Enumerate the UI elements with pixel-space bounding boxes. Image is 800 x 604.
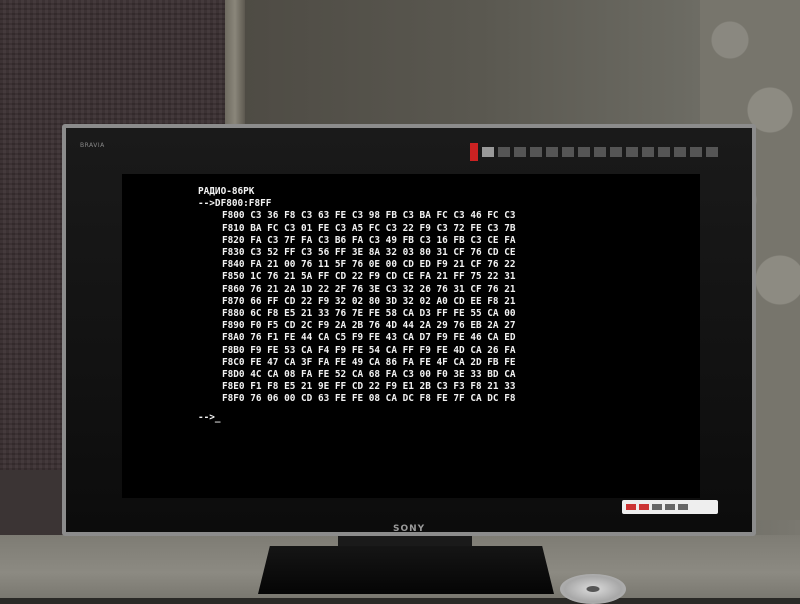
terminal-prompt: -->_: [198, 411, 221, 423]
sticker-mark: [652, 504, 662, 510]
sticker-mark: [626, 504, 636, 510]
sticker-mark: [639, 504, 649, 510]
hex-row: F8A0 76 F1 FE 44 CA C5 F9 FE 43 CA D7 F9…: [222, 332, 516, 344]
osd-icon: [642, 147, 654, 157]
osd-icon: [610, 147, 622, 157]
hex-row: F8C0 FE 47 CA 3F FA FE 49 CA 86 FA FE 4F…: [222, 356, 516, 368]
osd-icon: [578, 147, 590, 157]
hex-row: F870 66 FF CD 22 F9 32 02 80 3D 32 02 A0…: [222, 295, 516, 307]
terminal-command: -->DF800:F8FF: [198, 198, 272, 210]
sticker-mark: [665, 504, 675, 510]
osd-icon: [530, 147, 542, 157]
osd-icon: [514, 147, 526, 157]
hex-row: F840 FA 21 00 76 11 5F 76 0E 00 CD ED F9…: [222, 259, 516, 271]
osd-icon: [706, 147, 718, 157]
osd-icon: [594, 147, 606, 157]
osd-icon: [562, 147, 574, 157]
terminal-output: РАДИО-86РК -->DF800:F8FF F800 C3 36 F8 C…: [198, 186, 516, 424]
hex-row: F8D0 4C CA 08 FA FE 52 CA 68 FA C3 00 F0…: [222, 369, 516, 381]
osd-icon: [658, 147, 670, 157]
terminal-title: РАДИО-86РК: [198, 186, 255, 197]
osd-icon: [674, 147, 686, 157]
hex-row: F860 76 21 2A 1D 22 2F 76 3E C3 32 26 76…: [222, 283, 516, 295]
osd-red-icon: [470, 143, 478, 161]
hex-row: F8E0 F1 F8 E5 21 9E FF CD 22 F9 E1 2B C3…: [222, 381, 516, 393]
hex-row: F8B0 F9 FE 53 CA F4 F9 FE 54 CA FF F9 FE…: [222, 344, 516, 356]
cd-disc: [560, 574, 626, 604]
hex-row: F800 C3 36 F8 C3 63 FE C3 98 FB C3 BA FC…: [222, 210, 516, 222]
osd-icon: [546, 147, 558, 157]
osd-icon: [690, 147, 702, 157]
energy-sticker: [622, 500, 718, 514]
bravia-label: BRAVIA: [80, 142, 105, 149]
hex-row: F880 6C F8 E5 21 33 76 7E FE 58 CA D3 FF…: [222, 308, 516, 320]
tv-osd-icons: [470, 142, 748, 162]
osd-icon: [626, 147, 638, 157]
tv-screen: РАДИО-86РК -->DF800:F8FF F800 C3 36 F8 C…: [122, 174, 700, 498]
television: BRAVIA РАДИО-86РК -->DF800:F8FF F800 C3 …: [62, 124, 756, 536]
tv-stand-base: [258, 546, 554, 594]
hex-row: F830 C3 52 FF C3 56 FF 3E 8A 32 03 80 31…: [222, 247, 516, 259]
osd-icon: [482, 147, 494, 157]
hex-row: F820 FA C3 7F FA C3 B6 FA C3 49 FB C3 16…: [222, 234, 516, 246]
hex-row: F8F0 76 06 00 CD 63 FE FE 08 CA DC F8 FE…: [222, 393, 516, 405]
sony-logo: SONY: [393, 524, 426, 534]
hex-row: F850 1C 76 21 5A FF CD 22 F9 CD CE FA 21…: [222, 271, 516, 283]
sticker-mark: [678, 504, 688, 510]
hex-row: F810 BA FC C3 01 FE C3 A5 FC C3 22 F9 C3…: [222, 222, 516, 234]
osd-icon: [498, 147, 510, 157]
hex-row: F890 F0 F5 CD 2C F9 2A 2B 76 4D 44 2A 29…: [222, 320, 516, 332]
